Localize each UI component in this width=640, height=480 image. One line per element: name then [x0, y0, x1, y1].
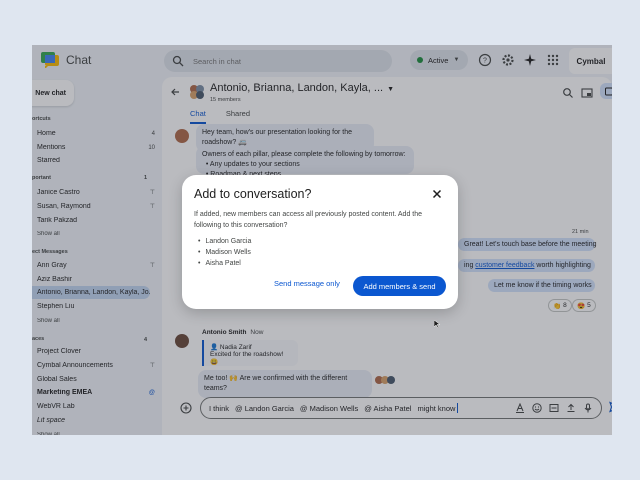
dialog-title: Add to conversation?: [194, 187, 312, 201]
dialog-body: If added, new members can access all pre…: [194, 211, 423, 229]
list-item: Landon Garcia: [198, 236, 251, 247]
mouse-cursor-icon: [434, 320, 440, 328]
close-icon[interactable]: [432, 189, 442, 199]
send-message-only-button[interactable]: Send message only: [274, 279, 340, 288]
list-item: Aisha Patel: [198, 258, 251, 269]
add-to-conversation-dialog: Add to conversation? If added, new membe…: [182, 175, 458, 309]
new-members-list: Landon Garcia Madison Wells Aisha Patel: [198, 236, 251, 270]
list-item: Madison Wells: [198, 247, 251, 258]
add-members-and-send-button[interactable]: Add members & send: [353, 276, 446, 296]
